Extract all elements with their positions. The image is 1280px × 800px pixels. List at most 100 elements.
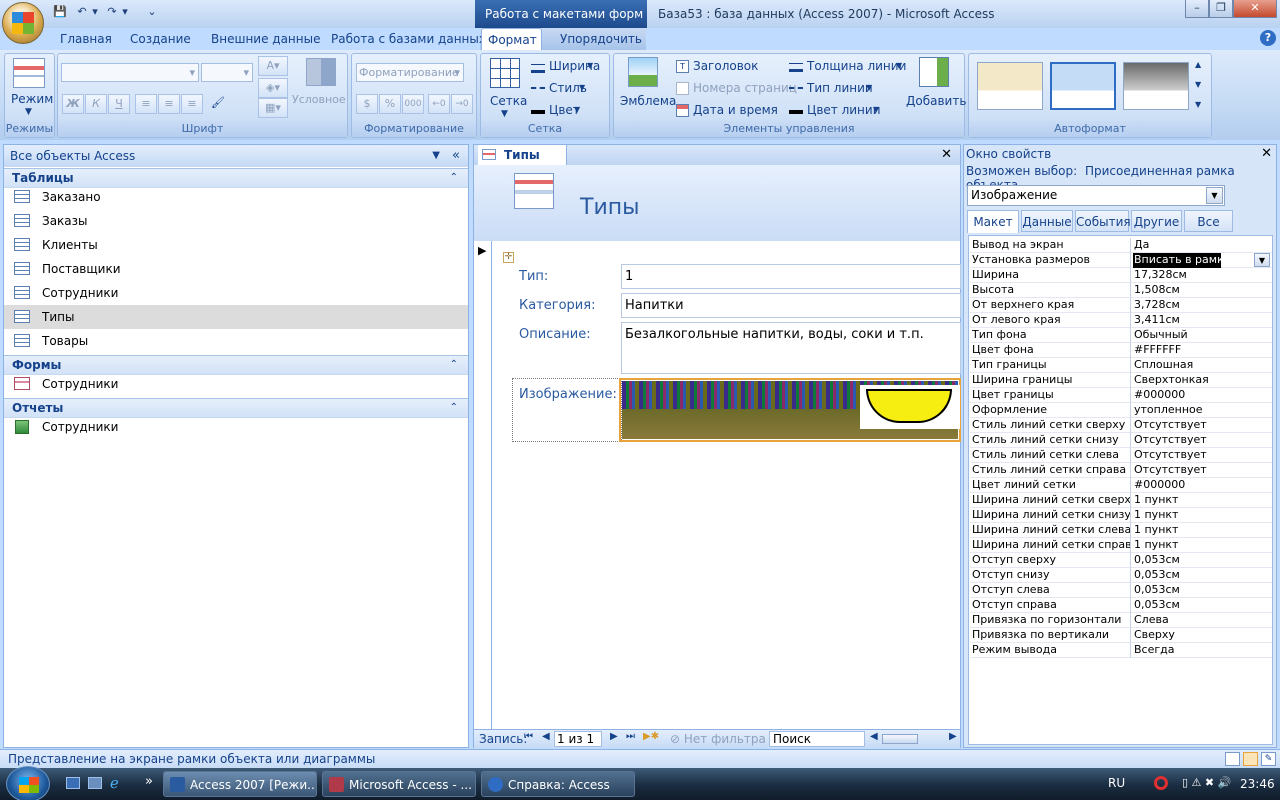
tab-format[interactable]: Формат [481,28,542,50]
property-row[interactable]: Установка размеров Вписать в рамку ▼ [970,253,1272,268]
line-type-dropdown-icon[interactable]: ▼ [866,83,872,92]
language-indicator[interactable]: RU [1108,776,1125,790]
autoformat-swatch-1[interactable] [977,62,1043,110]
grid-color-dropdown-icon[interactable]: ▼ [574,105,580,114]
record-position-input[interactable]: 1 из 1 [554,731,602,747]
nav-item-table[interactable]: Поставщики [4,257,468,281]
property-value[interactable]: Сплошная [1133,358,1271,373]
redo-icon[interactable]: ↷ [104,4,120,20]
property-value[interactable]: #000000 [1133,478,1271,493]
property-row[interactable]: Цвет границы #000000 [970,388,1272,403]
property-row[interactable]: От левого края 3,411см [970,313,1272,328]
nav-item-form[interactable]: Сотрудники [4,372,468,396]
property-value[interactable]: 0,053см [1133,553,1271,568]
property-row[interactable]: Цвет фона #FFFFFF [970,343,1272,358]
prop-tab-all[interactable]: Все [1184,210,1233,232]
search-input[interactable]: Поиск [769,731,865,747]
property-row[interactable]: Стиль линий сетки снизу Отсутствует [970,433,1272,448]
nav-item-report[interactable]: Сотрудники [4,415,468,439]
minimize-button[interactable]: – [1185,0,1209,18]
close-document-icon[interactable]: ✕ [941,147,952,162]
currency-format-icon[interactable]: $ [356,94,378,114]
italic-button[interactable]: К [85,94,107,114]
property-value[interactable]: 0,053см [1133,598,1271,613]
chevron-down-icon[interactable]: ▼ [1206,187,1223,204]
property-value[interactable]: Вписать в рамку [1133,253,1221,268]
property-row[interactable]: Ширина линий сетки снизу 1 пункт [970,508,1272,523]
property-row[interactable]: Режим вывода Всегда [970,643,1272,658]
scroll-right-icon[interactable]: ▶ [949,731,957,742]
taskbar-button-access-help-doc[interactable]: Access 2007 [Режи... [163,771,317,797]
prop-tab-data[interactable]: Данные [1021,210,1073,232]
format-painter-icon[interactable]: 🖌 [207,94,229,114]
property-row[interactable]: Отступ слева 0,053см [970,583,1272,598]
nav-pane-header[interactable]: Все объекты Access ▼ « [4,145,468,167]
property-value[interactable]: Всегда [1133,643,1271,658]
thousands-format-button[interactable]: 000 [402,94,424,114]
start-button[interactable] [6,766,50,800]
align-left-icon[interactable]: ≡ [135,94,157,114]
property-row[interactable]: Стиль линий сетки справа Отсутствует [970,463,1272,478]
tray-icons[interactable]: ▯ ⚠ ✖ 🔊 [1182,776,1231,789]
property-row[interactable]: От верхнего края 3,728см [970,298,1272,313]
first-record-icon[interactable]: ⏮ [524,731,533,742]
office-button[interactable] [2,2,44,44]
grid-dropdown-icon[interactable]: ▼ [501,109,508,119]
save-icon[interactable]: 💾 [52,4,68,20]
property-value[interactable]: Отсутствует [1133,418,1271,433]
font-name-combo[interactable]: ▾ [61,63,199,82]
internet-explorer-icon[interactable]: ℯ [110,774,119,792]
layout-selector-icon[interactable]: ✛ [503,252,514,263]
decrease-decimals-icon[interactable]: →0 [451,94,473,114]
next-record-icon[interactable]: ▶ [610,731,618,742]
nav-item-table[interactable]: Клиенты [4,233,468,257]
tab-home[interactable]: Главная [54,28,118,50]
property-row[interactable]: Привязка по горизонтали Слева [970,613,1272,628]
prop-tab-layout[interactable]: Макет [967,210,1019,233]
nav-item-table[interactable]: Заказано [4,185,468,209]
property-value[interactable]: 1 пункт [1133,508,1271,523]
align-center-icon[interactable]: ≡ [158,94,180,114]
prev-record-icon[interactable]: ◀ [542,731,550,742]
line-type-button[interactable]: Тип линии [807,81,873,95]
page-numbers-button[interactable]: Номера страниц [693,81,797,95]
document-tab[interactable]: Типы [478,145,567,165]
image-field[interactable] [619,378,961,442]
autoformat-more-icon[interactable]: ▼ [1195,100,1201,109]
property-row[interactable]: Отступ справа 0,053см [970,598,1272,613]
autoformat-swatch-3[interactable] [1123,62,1189,110]
property-row[interactable]: Высота 1,508см [970,283,1272,298]
design-view-status-icon[interactable]: ✎ [1261,752,1276,766]
property-value[interactable]: 3,728см [1133,298,1271,313]
property-value[interactable]: 0,053см [1133,583,1271,598]
undo-icon[interactable]: ↶ [74,4,90,20]
property-row[interactable]: Привязка по вертикали Сверху [970,628,1272,643]
image-label-frame[interactable]: Изображение: [512,378,622,442]
property-row[interactable]: Тип фона Обычный [970,328,1272,343]
property-row[interactable]: Вывод на экран Да [970,238,1272,253]
chevron-down-icon[interactable]: ▼ [1254,253,1270,267]
no-filter-button[interactable]: ⊘ Нет фильтра [670,732,766,746]
property-value[interactable]: Отсутствует [1133,463,1271,478]
undo-dropdown-icon[interactable]: ▾ [90,4,100,20]
line-color-dropdown-icon[interactable]: ▼ [873,105,879,114]
align-right-icon[interactable]: ≡ [181,94,203,114]
scroll-left-icon[interactable]: ◀ [870,731,878,742]
property-value[interactable]: #FFFFFF [1133,343,1271,358]
increase-decimals-icon[interactable]: ←0 [428,94,450,114]
property-row[interactable]: Цвет линий сетки #000000 [970,478,1272,493]
autoformat-scroll-down-icon[interactable]: ▼ [1195,80,1201,89]
conditional-format-button[interactable]: Условное [292,93,346,106]
close-window-button[interactable]: ✕ [1233,0,1277,18]
date-time-button[interactable]: Дата и время [693,103,778,117]
line-color-button[interactable]: Цвет линии [807,103,881,117]
prop-tab-events[interactable]: События [1075,210,1131,232]
property-row[interactable]: Стиль линий сетки слева Отсутствует [970,448,1272,463]
property-value[interactable]: 1 пункт [1133,523,1271,538]
grid-width-dropdown-icon[interactable]: ▼ [587,61,593,70]
record-selector[interactable]: ▶ [474,241,492,729]
property-value[interactable]: 0,053см [1133,568,1271,583]
nav-item-table[interactable]: Сотрудники [4,281,468,305]
font-size-combo[interactable]: ▾ [201,63,253,82]
number-format-combo[interactable]: Форматирование ▾ [356,63,464,82]
